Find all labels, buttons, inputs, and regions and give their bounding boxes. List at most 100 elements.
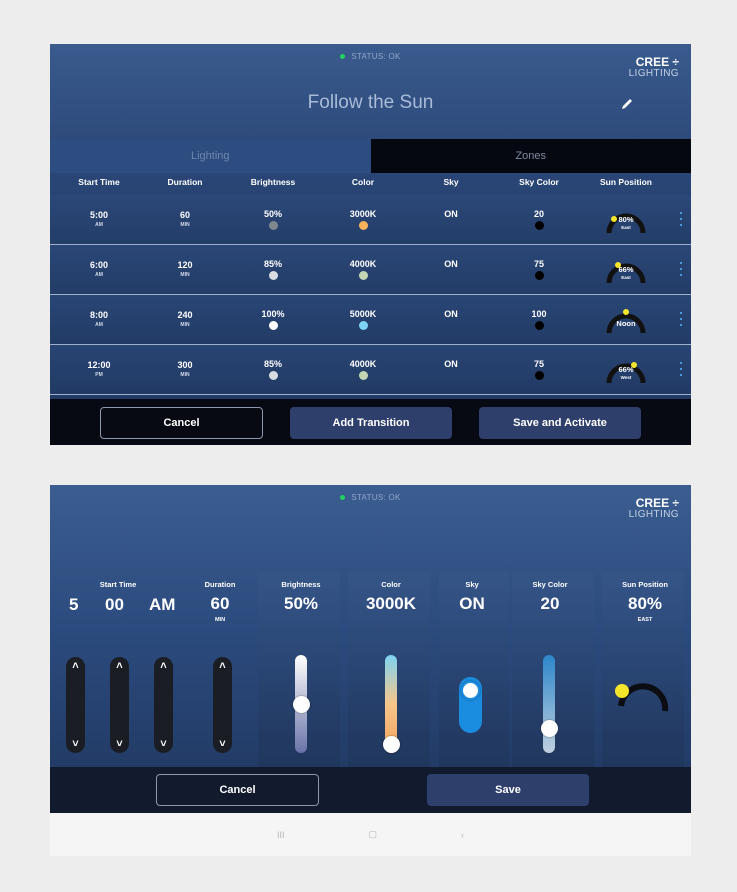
- brightness-swatch: [268, 270, 278, 280]
- col-start-time: Start Time: [78, 177, 120, 187]
- time-value: 8:00: [89, 310, 108, 320]
- sky-color-label: Sky Color: [532, 580, 568, 589]
- pencil-icon[interactable]: [620, 97, 634, 111]
- chevron-up-icon[interactable]: ˄: [154, 660, 173, 672]
- sky-color-value: 100: [531, 308, 547, 319]
- save-and-activate-button[interactable]: Save and Activate: [479, 407, 641, 439]
- duration-cell: 60 MIN: [150, 195, 220, 243]
- duration-cell: 300 MIN: [150, 345, 220, 393]
- sun-value: 66%: [618, 265, 634, 274]
- sun-position-direction: EAST: [637, 617, 653, 623]
- ampm-stepper[interactable]: ˄ ˅: [154, 657, 173, 753]
- sun-arc-icon: Noon: [604, 302, 648, 336]
- chevron-down-icon[interactable]: ˅: [154, 738, 173, 750]
- kebab-menu-icon[interactable]: [679, 262, 683, 276]
- kebab-menu-icon[interactable]: [679, 362, 683, 376]
- save-button[interactable]: Save: [427, 774, 589, 806]
- sky-color-slider-handle[interactable]: [540, 719, 558, 737]
- time-cell: 5:00 AM: [64, 195, 134, 243]
- table-header: Start Time Duration Brightness Color Sky…: [50, 177, 691, 191]
- color-value: 3000K: [365, 594, 417, 613]
- nav-back-icon[interactable]: ‹: [461, 830, 464, 840]
- kebab-menu-icon[interactable]: [679, 212, 683, 226]
- status-text: STATUS: OK: [351, 493, 401, 502]
- table-row[interactable]: 5:00 AM 60 MIN 50% 3000K ON 20 80% East: [50, 195, 691, 245]
- brightness-value: 85%: [263, 358, 282, 369]
- sky-label: Sky: [465, 580, 479, 589]
- col-brightness: Brightness: [250, 177, 296, 187]
- time-cell: 6:00 AM: [64, 245, 134, 293]
- brightness-cell: 100%: [238, 295, 308, 343]
- status-indicator: STATUS: OK: [50, 493, 691, 502]
- color-slider[interactable]: [382, 655, 400, 753]
- start-time-header: Start Time: [88, 580, 148, 589]
- col-duration: Duration: [167, 177, 203, 187]
- color-swatch: [358, 220, 368, 230]
- sky-toggle[interactable]: [459, 677, 482, 733]
- cancel-button[interactable]: Cancel: [100, 407, 263, 439]
- tab-lighting[interactable]: Lighting: [50, 139, 371, 173]
- action-bar: Cancel Add Transition Save and Activate: [50, 399, 691, 445]
- tab-zones[interactable]: Zones: [370, 139, 691, 173]
- brand-line1: CREE ÷: [635, 55, 679, 69]
- sky-color-cell: 75: [504, 345, 574, 393]
- color-label: Color: [381, 580, 401, 589]
- sky-color-header: Sky Color 20: [515, 580, 585, 614]
- transition-list: 5:00 AM 60 MIN 50% 3000K ON 20 80% East 6:…: [50, 195, 691, 395]
- chevron-down-icon[interactable]: ˅: [110, 738, 129, 750]
- kebab-menu-icon[interactable]: [679, 312, 683, 326]
- color-cell: 3000K: [328, 195, 398, 243]
- hour-stepper[interactable]: ˄ ˅: [66, 657, 85, 753]
- sky-toggle-handle[interactable]: [461, 681, 480, 700]
- color-header: Color 3000K: [356, 580, 426, 614]
- sky-color-slider[interactable]: [540, 655, 558, 753]
- status-dot-icon: [340, 54, 346, 60]
- brightness-swatch: [268, 220, 278, 230]
- sun-position-label: Sun Position: [622, 580, 668, 589]
- cancel-button[interactable]: Cancel: [156, 774, 319, 806]
- chevron-up-icon[interactable]: ˄: [110, 660, 129, 672]
- minute-stepper[interactable]: ˄ ˅: [110, 657, 129, 753]
- table-row[interactable]: 8:00 AM 240 MIN 100% 5000K ON 100 Noon: [50, 295, 691, 345]
- sky-header: Sky ON: [442, 580, 502, 614]
- chevron-down-icon[interactable]: ˅: [213, 738, 232, 750]
- sky-color-cell: 20: [504, 195, 574, 243]
- duration-label: Duration: [204, 580, 236, 589]
- brightness-cell: 85%: [238, 245, 308, 293]
- duration-value: 120: [177, 260, 193, 270]
- table-row[interactable]: 12:00 PM 300 MIN 85% 4000K ON 75 66% West: [50, 345, 691, 395]
- chevron-up-icon[interactable]: ˄: [213, 660, 232, 672]
- chevron-up-icon[interactable]: ˄: [66, 660, 85, 672]
- sun-cell: 66% East: [604, 245, 648, 293]
- table-row[interactable]: 6:00 AM 120 MIN 85% 4000K ON 75 66% East: [50, 245, 691, 295]
- sun-arc-icon: 80% East: [604, 202, 648, 236]
- sun-position-arc-icon[interactable]: [612, 673, 672, 723]
- duration-unit: MIN: [214, 617, 226, 623]
- color-cell: 5000K: [328, 295, 398, 343]
- sky-color-swatch: [534, 220, 544, 230]
- chevron-down-icon[interactable]: ˅: [66, 738, 85, 750]
- nav-home-icon[interactable]: ▢: [369, 829, 378, 840]
- time-cell: 12:00 PM: [64, 345, 134, 393]
- time-value: 12:00: [87, 360, 111, 370]
- android-nav-bar: III ▢ ‹: [50, 813, 691, 856]
- nav-recent-icon[interactable]: III: [277, 830, 285, 840]
- brightness-cell: 85%: [238, 345, 308, 393]
- duration-value: 60: [179, 210, 190, 220]
- time-value: 5:00: [89, 210, 108, 220]
- sun-value: 66%: [618, 365, 634, 374]
- brightness-slider-handle[interactable]: [292, 695, 310, 713]
- add-transition-button[interactable]: Add Transition: [290, 407, 452, 439]
- duration-stepper[interactable]: ˄ ˅: [213, 657, 232, 753]
- color-cell: 4000K: [328, 245, 398, 293]
- brightness-value: 50%: [283, 594, 319, 613]
- sun-position-header: Sun Position 80% EAST: [605, 580, 685, 623]
- color-value: 4000K: [349, 358, 377, 369]
- duration-value: 300: [177, 360, 193, 370]
- sun-label: East: [621, 275, 631, 280]
- brightness-value: 50%: [263, 208, 282, 219]
- color-slider-handle[interactable]: [382, 736, 400, 753]
- brightness-slider[interactable]: [292, 655, 310, 753]
- sun-label: West: [620, 375, 632, 380]
- sun-cell: 66% West: [604, 345, 648, 393]
